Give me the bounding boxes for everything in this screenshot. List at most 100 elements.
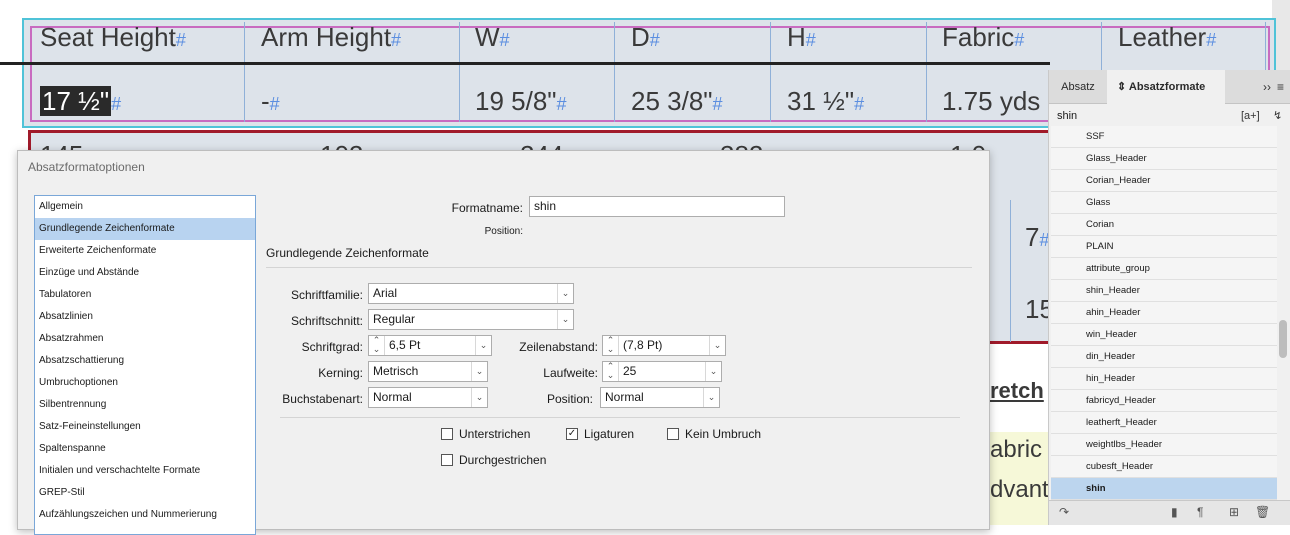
style-item[interactable]: win_Header <box>1051 324 1277 346</box>
category-item[interactable]: Initialen und verschachtelte Formate <box>35 460 255 482</box>
collapse-icon[interactable]: ›› <box>1263 80 1271 94</box>
formatname-input[interactable]: shin <box>529 196 785 217</box>
buchstabenart-select[interactable]: Normal ⌄ <box>368 387 488 408</box>
lightning-icon[interactable]: ↯ <box>1273 106 1282 126</box>
kerning-select[interactable]: Metrisch ⌄ <box>368 361 488 382</box>
divider <box>280 417 960 418</box>
style-item[interactable]: din_Header <box>1051 346 1277 368</box>
style-item[interactable]: shin_Header <box>1051 280 1277 302</box>
laufweite-label: Laufweite: <box>543 366 598 380</box>
style-item[interactable]: weightlbs_Header <box>1051 434 1277 456</box>
header-leather: Leather# <box>1118 22 1217 52</box>
position-label: Position: <box>484 226 523 237</box>
column-divider <box>1010 200 1011 342</box>
dialog-title: Absatzformatoptionen <box>28 160 145 174</box>
formatname-label: Formatname: <box>451 201 523 215</box>
value-arm-height: -# <box>261 86 280 116</box>
stepper-arrows-icon[interactable]: ⌃ ⌄ <box>603 336 619 355</box>
schriftfamilie-select[interactable]: Arial ⌄ <box>368 283 574 304</box>
category-item[interactable]: Satz-Feineinstellungen <box>35 416 255 438</box>
kein-umbruch-checkbox[interactable] <box>667 428 679 440</box>
trash-icon[interactable]: 🗑 <box>1255 505 1270 519</box>
value-seat-height[interactable]: 17 ½" # <box>40 86 121 117</box>
panel-tabs: Absatz ⇕ Absatzformate ›› ≡ <box>1049 70 1290 104</box>
category-item[interactable]: Erweiterte Zeichenformate <box>35 240 255 262</box>
style-item[interactable]: Corian_Header <box>1051 170 1277 192</box>
unterstrichen-label: Unterstrichen <box>459 427 531 441</box>
bg-text: abric <box>990 436 1043 463</box>
header-fabric: Fabric# <box>942 22 1025 52</box>
value-w: 19 5/8"# <box>475 86 567 116</box>
category-item[interactable]: Spaltenspanne <box>35 438 255 460</box>
category-list[interactable]: Allgemein Grundlegende Zeichenformate Er… <box>34 195 256 535</box>
menu-icon[interactable]: ≡ <box>1277 80 1284 94</box>
stepper-arrows-icon[interactable]: ⌃ ⌄ <box>369 336 385 355</box>
style-item[interactable]: attribute_group <box>1051 258 1277 280</box>
style-item[interactable]: SSF <box>1051 126 1277 148</box>
stepper-arrows-icon[interactable]: ⌃ ⌄ <box>603 362 619 381</box>
kerning-label: Kerning: <box>318 366 363 380</box>
category-item[interactable]: Absatzschattierung <box>35 350 255 372</box>
zeilenabstand-stepper[interactable]: ⌃ ⌄ (7,8 Pt) ⌄ <box>602 335 726 356</box>
paragraph-styles-panel: Absatz ⇕ Absatzformate ›› ≡ shin [a+] ↯ … <box>1048 70 1290 525</box>
header-h: H# <box>787 22 816 52</box>
value-h: 31 ½"# <box>787 86 865 116</box>
category-item[interactable]: Silbentrennung <box>35 394 255 416</box>
new-style-icon[interactable]: ⊞ <box>1229 505 1239 519</box>
style-item[interactable]: Corian <box>1051 214 1277 236</box>
schriftgrad-stepper[interactable]: ⌃ ⌄ 6,5 Pt ⌄ <box>368 335 492 356</box>
section-title: Grundlegende Zeichenformate <box>266 246 429 260</box>
value-fabric: 1.75 yds <box>942 86 1041 116</box>
category-item-selected[interactable]: Grundlegende Zeichenformate <box>35 218 255 240</box>
new-style-icon[interactable]: [a+] <box>1241 106 1260 126</box>
ligaturen-checkbox[interactable]: ✓ <box>566 428 578 440</box>
header-d: D# <box>631 22 660 52</box>
chevron-down-icon: ⌄ <box>471 362 487 381</box>
style-item[interactable]: PLAIN <box>1051 236 1277 258</box>
unterstrichen-checkbox[interactable] <box>441 428 453 440</box>
style-item[interactable]: Glass <box>1051 192 1277 214</box>
scrollbar-thumb[interactable] <box>1279 320 1287 358</box>
clear-overrides-icon[interactable]: ¶ <box>1197 505 1203 519</box>
style-item[interactable]: leatherft_Header <box>1051 412 1277 434</box>
style-list: SSF Glass_Header Corian_Header Glass Cor… <box>1051 126 1277 500</box>
category-item[interactable]: Aufzählungszeichen und Nummerierung <box>35 504 255 526</box>
schriftschnitt-label: Schriftschnitt: <box>290 314 363 328</box>
zeilenabstand-label: Zeilenabstand: <box>519 340 598 354</box>
style-item-selected[interactable]: shin <box>1051 478 1277 500</box>
guide-line <box>0 62 1050 65</box>
column-divider <box>926 22 927 122</box>
paragraph-style-options-dialog: Absatzformatoptionen Allgemein Grundlege… <box>17 150 990 535</box>
value-d: 25 3/8"# <box>631 86 723 116</box>
category-item[interactable]: Absatzrahmen <box>35 328 255 350</box>
position-select[interactable]: Normal ⌄ <box>600 387 720 408</box>
chevron-down-icon: ⌄ <box>703 388 719 407</box>
category-item[interactable]: GREP-Stil <box>35 482 255 504</box>
category-item[interactable]: Absatzlinien <box>35 306 255 328</box>
schriftfamilie-label: Schriftfamilie: <box>290 288 363 302</box>
style-item[interactable]: hin_Header <box>1051 368 1277 390</box>
style-item[interactable]: Glass_Header <box>1051 148 1277 170</box>
side-value: 7# <box>1025 222 1050 252</box>
chevron-down-icon: ⌄ <box>557 284 573 303</box>
style-item[interactable]: cubesft_Header <box>1051 456 1277 478</box>
category-item[interactable]: Allgemein <box>35 196 255 218</box>
panel-scrollbar[interactable] <box>1278 126 1288 500</box>
tab-absatzformate[interactable]: ⇕ Absatzformate <box>1107 70 1225 104</box>
kein-umbruch-label: Kein Umbruch <box>685 427 762 441</box>
folder-icon[interactable]: ▮ <box>1171 505 1178 519</box>
chevron-down-icon: ⌄ <box>705 362 721 381</box>
category-item[interactable]: Einzüge und Abstände <box>35 262 255 284</box>
chevron-down-icon: ⌄ <box>557 310 573 329</box>
header-w: W# <box>475 22 510 52</box>
durchgestrichen-checkbox[interactable] <box>441 454 453 466</box>
style-item[interactable]: fabricyd_Header <box>1051 390 1277 412</box>
schriftschnitt-select[interactable]: Regular ⌄ <box>368 309 574 330</box>
load-styles-icon[interactable]: ↷ <box>1059 505 1069 519</box>
style-item[interactable]: ahin_Header <box>1051 302 1277 324</box>
tab-absatz[interactable]: Absatz <box>1049 70 1107 104</box>
category-item[interactable]: Tabulatoren <box>35 284 255 306</box>
category-item[interactable]: Umbruchoptionen <box>35 372 255 394</box>
laufweite-stepper[interactable]: ⌃ ⌄ 25 ⌄ <box>602 361 722 382</box>
schriftgrad-label: Schriftgrad: <box>301 340 363 354</box>
